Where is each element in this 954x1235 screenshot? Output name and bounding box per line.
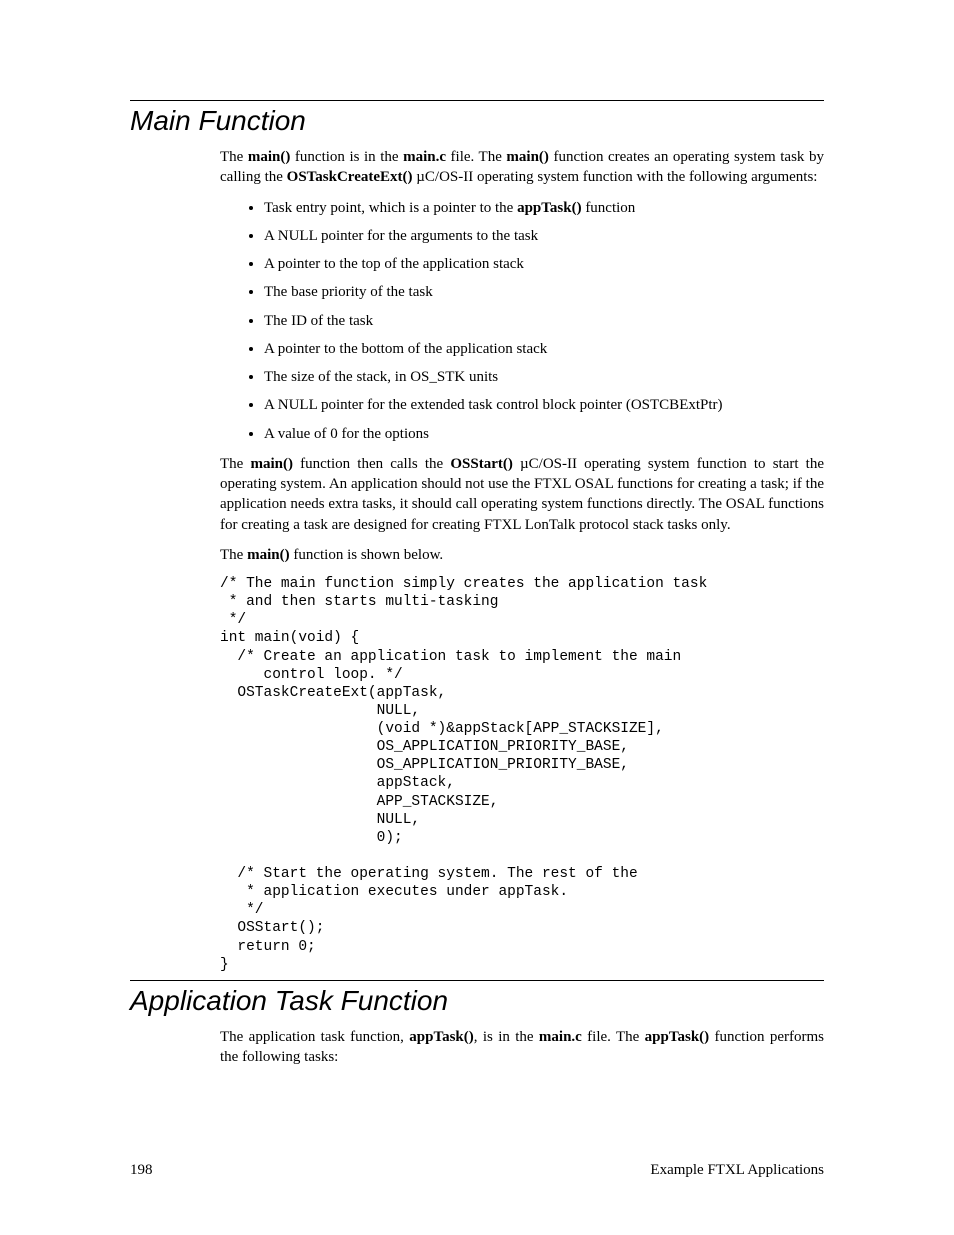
section-heading-app-task: Application Task Function — [130, 985, 824, 1017]
bold-text: main.c — [403, 149, 446, 165]
code-block: /* The main function simply creates the … — [220, 575, 824, 974]
section-heading-main-function: Main Function — [130, 105, 824, 137]
list-item: Task entry point, which is a pointer to … — [264, 198, 824, 218]
bold-text: OSStart() — [450, 456, 513, 472]
text: file. The — [582, 1029, 645, 1045]
text: µC/OS-II operating system function with … — [413, 169, 818, 185]
text: function then calls the — [293, 456, 450, 472]
bold-text: main() — [506, 149, 549, 165]
bold-text: appTask() — [409, 1029, 473, 1045]
page-number: 198 — [130, 1162, 153, 1179]
text: The — [220, 547, 247, 563]
bold-text: appTask() — [645, 1029, 709, 1045]
bold-text: main() — [247, 547, 290, 563]
list-item: A NULL pointer for the arguments to the … — [264, 226, 824, 246]
section1-para2: The main() function then calls the OSSta… — [220, 454, 824, 535]
page-container: Main Function The main() function is in … — [0, 0, 954, 1235]
text: The — [220, 456, 250, 472]
section2-content: The application task function, appTask()… — [220, 1027, 824, 1068]
bold-text: main() — [248, 149, 291, 165]
footer-right-text: Example FTXL Applications — [650, 1162, 824, 1179]
section-rule-top-2 — [130, 980, 824, 981]
text: The application task function, — [220, 1029, 409, 1045]
bold-text: main() — [250, 456, 293, 472]
bold-text: main.c — [539, 1029, 582, 1045]
section-rule-top-1 — [130, 100, 824, 101]
list-item: A pointer to the bottom of the applicati… — [264, 339, 824, 359]
section1-content: The main() function is in the main.c fil… — [220, 147, 824, 974]
text: The — [220, 149, 248, 165]
text: file. The — [446, 149, 506, 165]
list-item: The base priority of the task — [264, 282, 824, 302]
page-footer: 198 Example FTXL Applications — [130, 1162, 824, 1179]
list-item: A pointer to the top of the application … — [264, 254, 824, 274]
text: function is shown below. — [290, 547, 444, 563]
text: function — [582, 200, 636, 216]
list-item: A NULL pointer for the extended task con… — [264, 395, 824, 415]
bullet-list: Task entry point, which is a pointer to … — [240, 198, 824, 444]
list-item: The ID of the task — [264, 311, 824, 331]
text: Task entry point, which is a pointer to … — [264, 200, 517, 216]
section1-para3: The main() function is shown below. — [220, 545, 824, 565]
bold-text: OSTaskCreateExt() — [287, 169, 413, 185]
text: function is in the — [290, 149, 403, 165]
section2-para1: The application task function, appTask()… — [220, 1027, 824, 1068]
text: , is in the — [474, 1029, 539, 1045]
bold-text: appTask() — [517, 200, 581, 216]
list-item: A value of 0 for the options — [264, 424, 824, 444]
section1-para1: The main() function is in the main.c fil… — [220, 147, 824, 188]
list-item: The size of the stack, in OS_STK units — [264, 367, 824, 387]
